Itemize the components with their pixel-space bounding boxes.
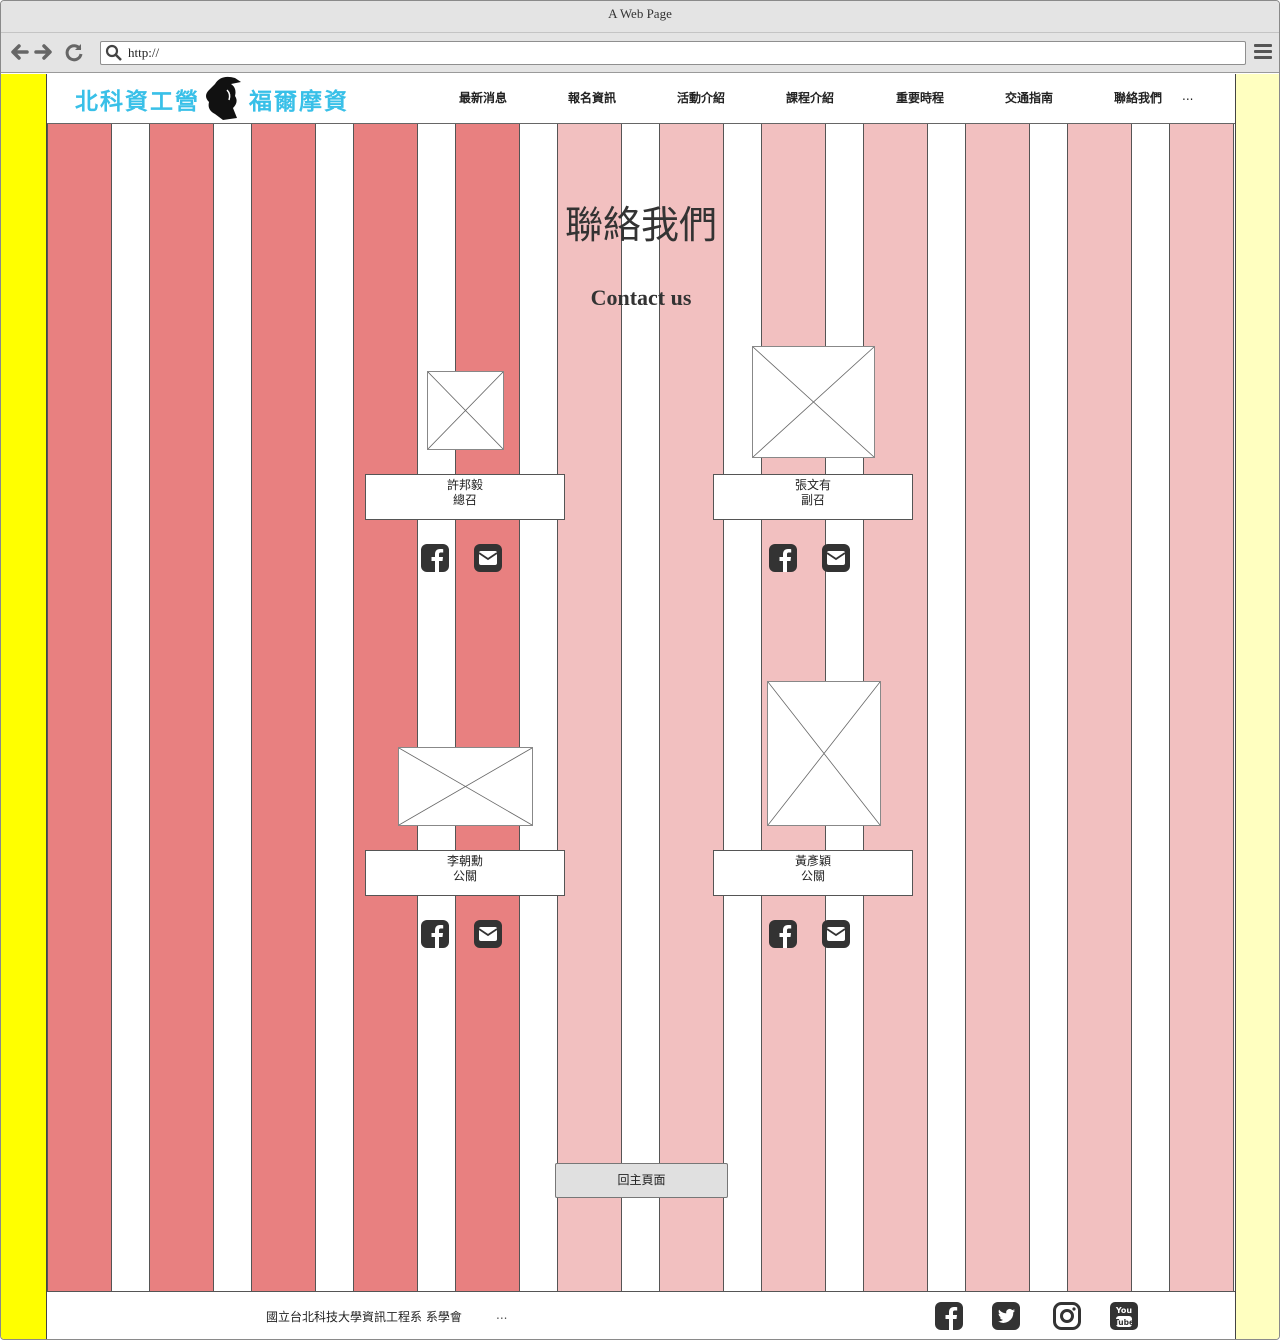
envelope-icon[interactable] (821, 919, 851, 949)
member-name: 張文有 (794, 478, 831, 492)
menu-item-news[interactable]: 最新消息 (459, 89, 507, 106)
member-name: 李朝勳 (446, 854, 483, 868)
member-photo-placeholder (427, 371, 504, 450)
detective-silhouette-icon (206, 76, 241, 120)
forward-arrow-icon[interactable] (33, 41, 55, 63)
search-icon (105, 44, 122, 61)
member-card: 張文有 副召 (713, 474, 913, 520)
member-card: 許邦毅 總召 (365, 474, 565, 520)
menu-item-transport[interactable]: 交通指南 (1005, 89, 1053, 106)
title-bar: A Web Page (1, 1, 1279, 33)
member-photo-placeholder (752, 346, 875, 458)
back-to-home-button[interactable]: 回主頁面 (555, 1163, 728, 1198)
facebook-icon[interactable] (934, 1301, 964, 1331)
menu-item-activities[interactable]: 活動介紹 (677, 89, 725, 106)
menu-item-courses[interactable]: 課程介紹 (786, 89, 834, 106)
browser-window: A Web Page http:// 北科資工營 福爾摩資 最新消息 報名資訊 … (0, 0, 1280, 1340)
member-role: 副召 (800, 493, 825, 507)
svg-text:You: You (1115, 1306, 1133, 1315)
facebook-icon[interactable] (420, 919, 450, 949)
page-subtitle: Contact us (590, 285, 692, 310)
member-card: 黃彥穎 公關 (713, 850, 913, 896)
window-title: A Web Page (608, 6, 672, 21)
svg-text:Tube: Tube (1114, 1318, 1134, 1327)
site-footer: 國立台北科技大學資訊工程系 系學會 ... You Tube (47, 1291, 1235, 1339)
facebook-icon[interactable] (768, 919, 798, 949)
member-name: 黃彥穎 (794, 854, 831, 868)
logo-right-text: 福爾摩資 (249, 89, 349, 115)
envelope-icon[interactable] (473, 543, 503, 573)
site-logo[interactable]: 北科資工營 福爾摩資 (75, 74, 357, 123)
menu-icon[interactable] (1254, 44, 1272, 62)
member-name: 許邦毅 (446, 478, 483, 492)
member-role: 總召 (452, 493, 477, 507)
address-bar[interactable]: http:// (100, 41, 1246, 65)
member-photo-placeholder (767, 681, 881, 826)
url-text: http:// (128, 45, 160, 60)
menu-item-schedule[interactable]: 重要時程 (896, 89, 944, 106)
menu-item-registration[interactable]: 報名資訊 (568, 89, 616, 106)
facebook-icon[interactable] (420, 543, 450, 573)
right-sidebar (1235, 74, 1279, 1339)
menu-item-more[interactable]: ... (1182, 89, 1193, 103)
logo-left-text: 北科資工營 (75, 89, 200, 115)
member-photo-placeholder (398, 747, 533, 826)
facebook-icon[interactable] (768, 543, 798, 573)
youtube-icon[interactable]: You Tube (1109, 1301, 1139, 1331)
viewport: 北科資工營 福爾摩資 最新消息 報名資訊 活動介紹 課程介紹 重要時程 交通指南… (1, 74, 1279, 1339)
member-card: 李朝勳 公關 (365, 850, 565, 896)
member-role: 公關 (800, 869, 825, 883)
instagram-icon[interactable] (1052, 1301, 1082, 1331)
page-title: 聯絡我們 (564, 203, 717, 247)
twitter-icon[interactable] (991, 1301, 1021, 1331)
member-role: 公關 (452, 869, 477, 883)
browser-toolbar: http:// (1, 33, 1279, 73)
page: 北科資工營 福爾摩資 最新消息 報名資訊 活動介紹 課程介紹 重要時程 交通指南… (47, 74, 1235, 1339)
envelope-icon[interactable] (821, 543, 851, 573)
left-sidebar (1, 74, 47, 1339)
envelope-icon[interactable] (473, 919, 503, 949)
menu-item-contact[interactable]: 聯絡我們 (1114, 89, 1162, 106)
reload-icon[interactable] (63, 41, 85, 63)
site-header: 北科資工營 福爾摩資 最新消息 報名資訊 活動介紹 課程介紹 重要時程 交通指南… (47, 74, 1235, 124)
footer-more[interactable]: ... (496, 1308, 507, 1322)
back-arrow-icon[interactable] (8, 41, 30, 63)
footer-text: 國立台北科技大學資訊工程系 系學會 (266, 1310, 462, 1324)
